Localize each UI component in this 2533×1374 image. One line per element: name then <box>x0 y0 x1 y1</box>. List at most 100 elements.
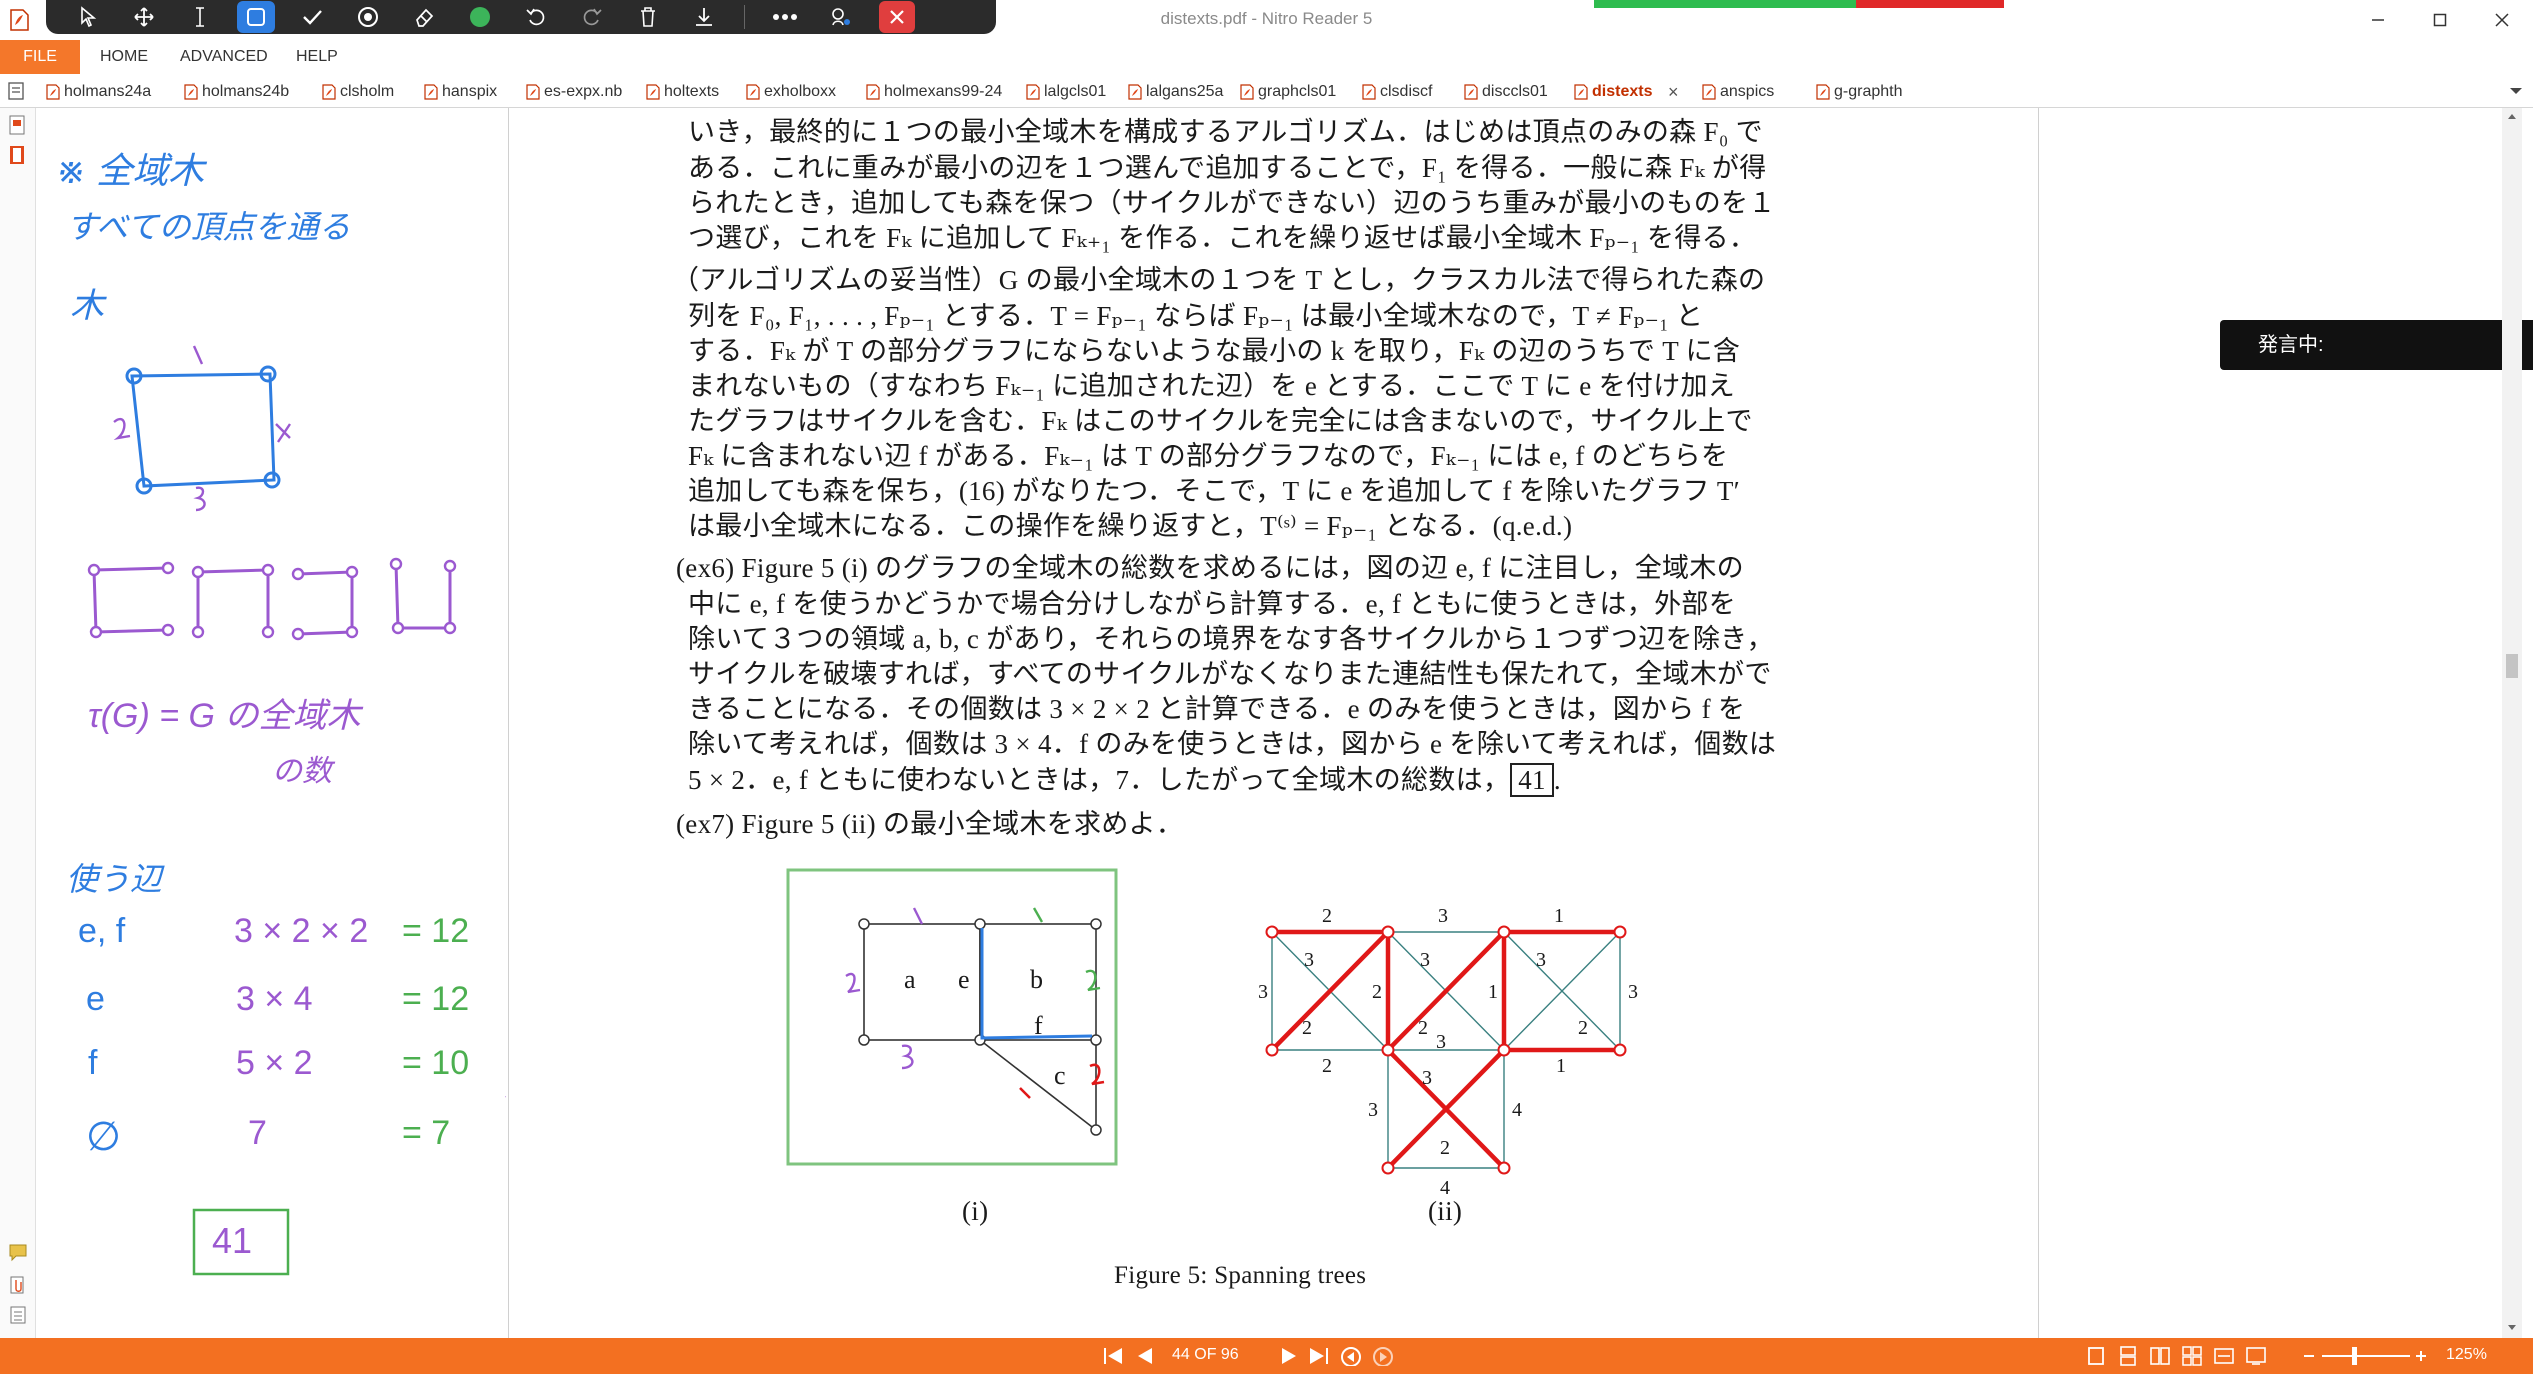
back-view-icon[interactable] <box>1340 1346 1362 1366</box>
attachments-panel-icon[interactable] <box>8 1274 28 1296</box>
doc-tab-graphcls01[interactable]: graphcls01 <box>1234 78 1336 106</box>
scroll-up-icon[interactable] <box>2507 112 2517 120</box>
doc-line-11: 追加しても森を保ち，(16) がなりたつ．そこで，T に e を追加して f を… <box>688 476 1740 506</box>
more-button[interactable] <box>757 0 813 34</box>
tab-home[interactable]: HOME <box>100 40 148 74</box>
edge-f-label: f <box>1034 1011 1043 1040</box>
weight-label: 2 <box>1372 981 1382 1003</box>
doc-tab-g-graphth[interactable]: g-graphth <box>1810 78 1903 106</box>
minimize-button[interactable] <box>2347 0 2409 40</box>
doc-tab-holmexans99-24[interactable]: holmexans99-24 <box>860 78 1002 106</box>
doc-line-5: （アルゴリズムの妥当性）G の最小全域木の１つを T とし，クラスカル法で得られ… <box>672 265 1766 295</box>
first-page-icon[interactable] <box>1102 1346 1124 1366</box>
scroll-down-icon[interactable] <box>2507 1324 2517 1332</box>
pdf-file-icon <box>526 84 540 100</box>
answer-period: . <box>1553 765 1561 795</box>
ribbon-tabs: FILE HOME ADVANCED HELP <box>0 40 2533 74</box>
target-tool-button[interactable] <box>340 0 396 34</box>
weight-label: 2 <box>1418 1017 1428 1039</box>
weight-label: 3 <box>1258 981 1268 1003</box>
forward-view-icon[interactable] <box>1372 1346 1394 1366</box>
close-window-button[interactable] <box>2471 0 2533 40</box>
doc-tab-disccls01[interactable]: disccls01 <box>1458 78 1548 106</box>
bookmarks-panel-icon[interactable] <box>8 144 28 166</box>
doc-line-8: まれないもの（すなわち Fₖ₋₁ に追加された辺）を e とする．ここで T に… <box>688 371 1736 401</box>
output-panel-icon[interactable] <box>8 1304 28 1326</box>
close-highlight <box>879 1 915 33</box>
eraser-tool-button[interactable] <box>396 0 452 34</box>
ink-case-result: = 10 <box>402 1044 470 1082</box>
color-dot-icon <box>470 7 490 27</box>
zoom-slider-thumb[interactable] <box>2352 1347 2357 1365</box>
doc-tab-hanspix[interactable]: hanspix <box>418 78 497 106</box>
text-tool-button[interactable] <box>172 0 228 34</box>
doc-tab-label: g-graphth <box>1834 83 1903 100</box>
doc-tab-holmans24a[interactable]: holmans24a <box>40 78 151 106</box>
pdf-file-icon <box>1362 84 1376 100</box>
check-tool-button[interactable] <box>284 0 340 34</box>
answer-box: 41 <box>1510 763 1554 797</box>
close-toolbar-button[interactable] <box>869 0 925 34</box>
redo-button[interactable] <box>564 0 620 34</box>
previous-page-icon[interactable] <box>1136 1346 1154 1366</box>
undo-button[interactable] <box>508 0 564 34</box>
color-picker-button[interactable] <box>452 0 508 34</box>
pen-settings-button[interactable] <box>813 0 869 34</box>
fit-page-icon[interactable] <box>2246 1346 2266 1366</box>
tab-file[interactable]: FILE <box>0 40 80 74</box>
pan-tool-button[interactable] <box>116 0 172 34</box>
continuous-view-icon[interactable] <box>2118 1346 2138 1366</box>
zoom-slider-track[interactable] <box>2322 1355 2410 1357</box>
pages-panel-icon[interactable] <box>8 114 28 136</box>
maximize-button[interactable] <box>2409 0 2471 40</box>
weight-label: 3 <box>1420 949 1430 971</box>
close-tab-icon[interactable]: × <box>1668 82 1679 103</box>
scrollbar-thumb[interactable] <box>2506 654 2518 678</box>
doc-tab-clsholm[interactable]: clsholm <box>316 78 394 106</box>
doc-tab-lalgans25a[interactable]: lalgans25a <box>1122 78 1223 106</box>
zoom-in-icon[interactable] <box>2414 1346 2428 1366</box>
ink-title-3: 木 <box>70 287 104 325</box>
facing-view-icon[interactable] <box>2150 1346 2170 1366</box>
doc-tab-holmans24b[interactable]: holmans24b <box>178 78 289 106</box>
rectangle-tool-button[interactable] <box>228 0 284 34</box>
last-page-icon[interactable] <box>1308 1346 1330 1366</box>
page-indicator[interactable]: 44 OF 96 <box>1172 1346 1239 1364</box>
doc-tab-distexts[interactable]: distexts <box>1568 78 1652 106</box>
fit-width-icon[interactable] <box>2214 1346 2234 1366</box>
doc-tab-exholboxx[interactable]: exholboxx <box>740 78 836 106</box>
select-tool-button[interactable] <box>60 0 116 34</box>
tab-advanced[interactable]: ADVANCED <box>180 40 268 74</box>
pdf-file-icon <box>1464 84 1478 100</box>
doc-line-14: 中に e, f を使うかどうかで場合分けしながら計算する．e, f ともに使うと… <box>688 589 1736 619</box>
toolbar-separator <box>744 5 745 29</box>
document-canvas[interactable]: いき，最終的に１つの最小全域木を構成するアルゴリズム．はじめは頂点のみの森 F₀… <box>36 108 2533 1338</box>
tab-list-chevron-icon[interactable] <box>2508 86 2524 96</box>
doc-tab-anspics[interactable]: anspics <box>1696 78 1774 106</box>
pdf-file-icon <box>1574 84 1588 100</box>
doc-tab-holtexts[interactable]: holtexts <box>640 78 719 106</box>
doc-line-20: (ex7) Figure 5 (ii) の最小全域木を求めよ． <box>676 809 1184 839</box>
doc-line-4: つ選び，これを Fₖ に追加して Fₖ₊₁ を作る．これを繰り返せば最小全域木 … <box>688 223 1757 253</box>
rectangle-icon <box>247 8 265 26</box>
weight-label: 2 <box>1322 1055 1332 1077</box>
comments-panel-icon[interactable] <box>8 1242 28 1264</box>
annotation-toolbar <box>46 0 996 34</box>
zoom-out-icon[interactable] <box>2302 1346 2316 1366</box>
doc-line-6: 列を F₀, F₁, . . . , Fₚ₋₁ とする．T = Fₚ₋₁ ならば… <box>688 301 1704 331</box>
next-page-icon[interactable] <box>1280 1346 1298 1366</box>
doc-tab-es-expx-nb[interactable]: es-expx.nb <box>520 78 622 106</box>
delete-button[interactable] <box>620 0 676 34</box>
doc-tab-clsdiscf[interactable]: clsdiscf <box>1356 78 1432 106</box>
text-cursor-icon <box>196 7 204 27</box>
tab-help[interactable]: HELP <box>296 40 338 74</box>
weight-label: 1 <box>1556 1055 1566 1077</box>
pen-settings-icon <box>832 8 850 26</box>
single-page-view-icon[interactable] <box>2086 1346 2106 1366</box>
facing-continuous-icon[interactable] <box>2182 1346 2202 1366</box>
save-ink-button[interactable] <box>676 0 732 34</box>
doc-tab-lalgcls01[interactable]: lalgcls01 <box>1020 78 1106 106</box>
zoom-level[interactable]: 125% <box>2446 1346 2487 1364</box>
vertical-scrollbar[interactable] <box>2502 108 2522 1338</box>
doc-tab-label: holmans24b <box>202 83 290 100</box>
